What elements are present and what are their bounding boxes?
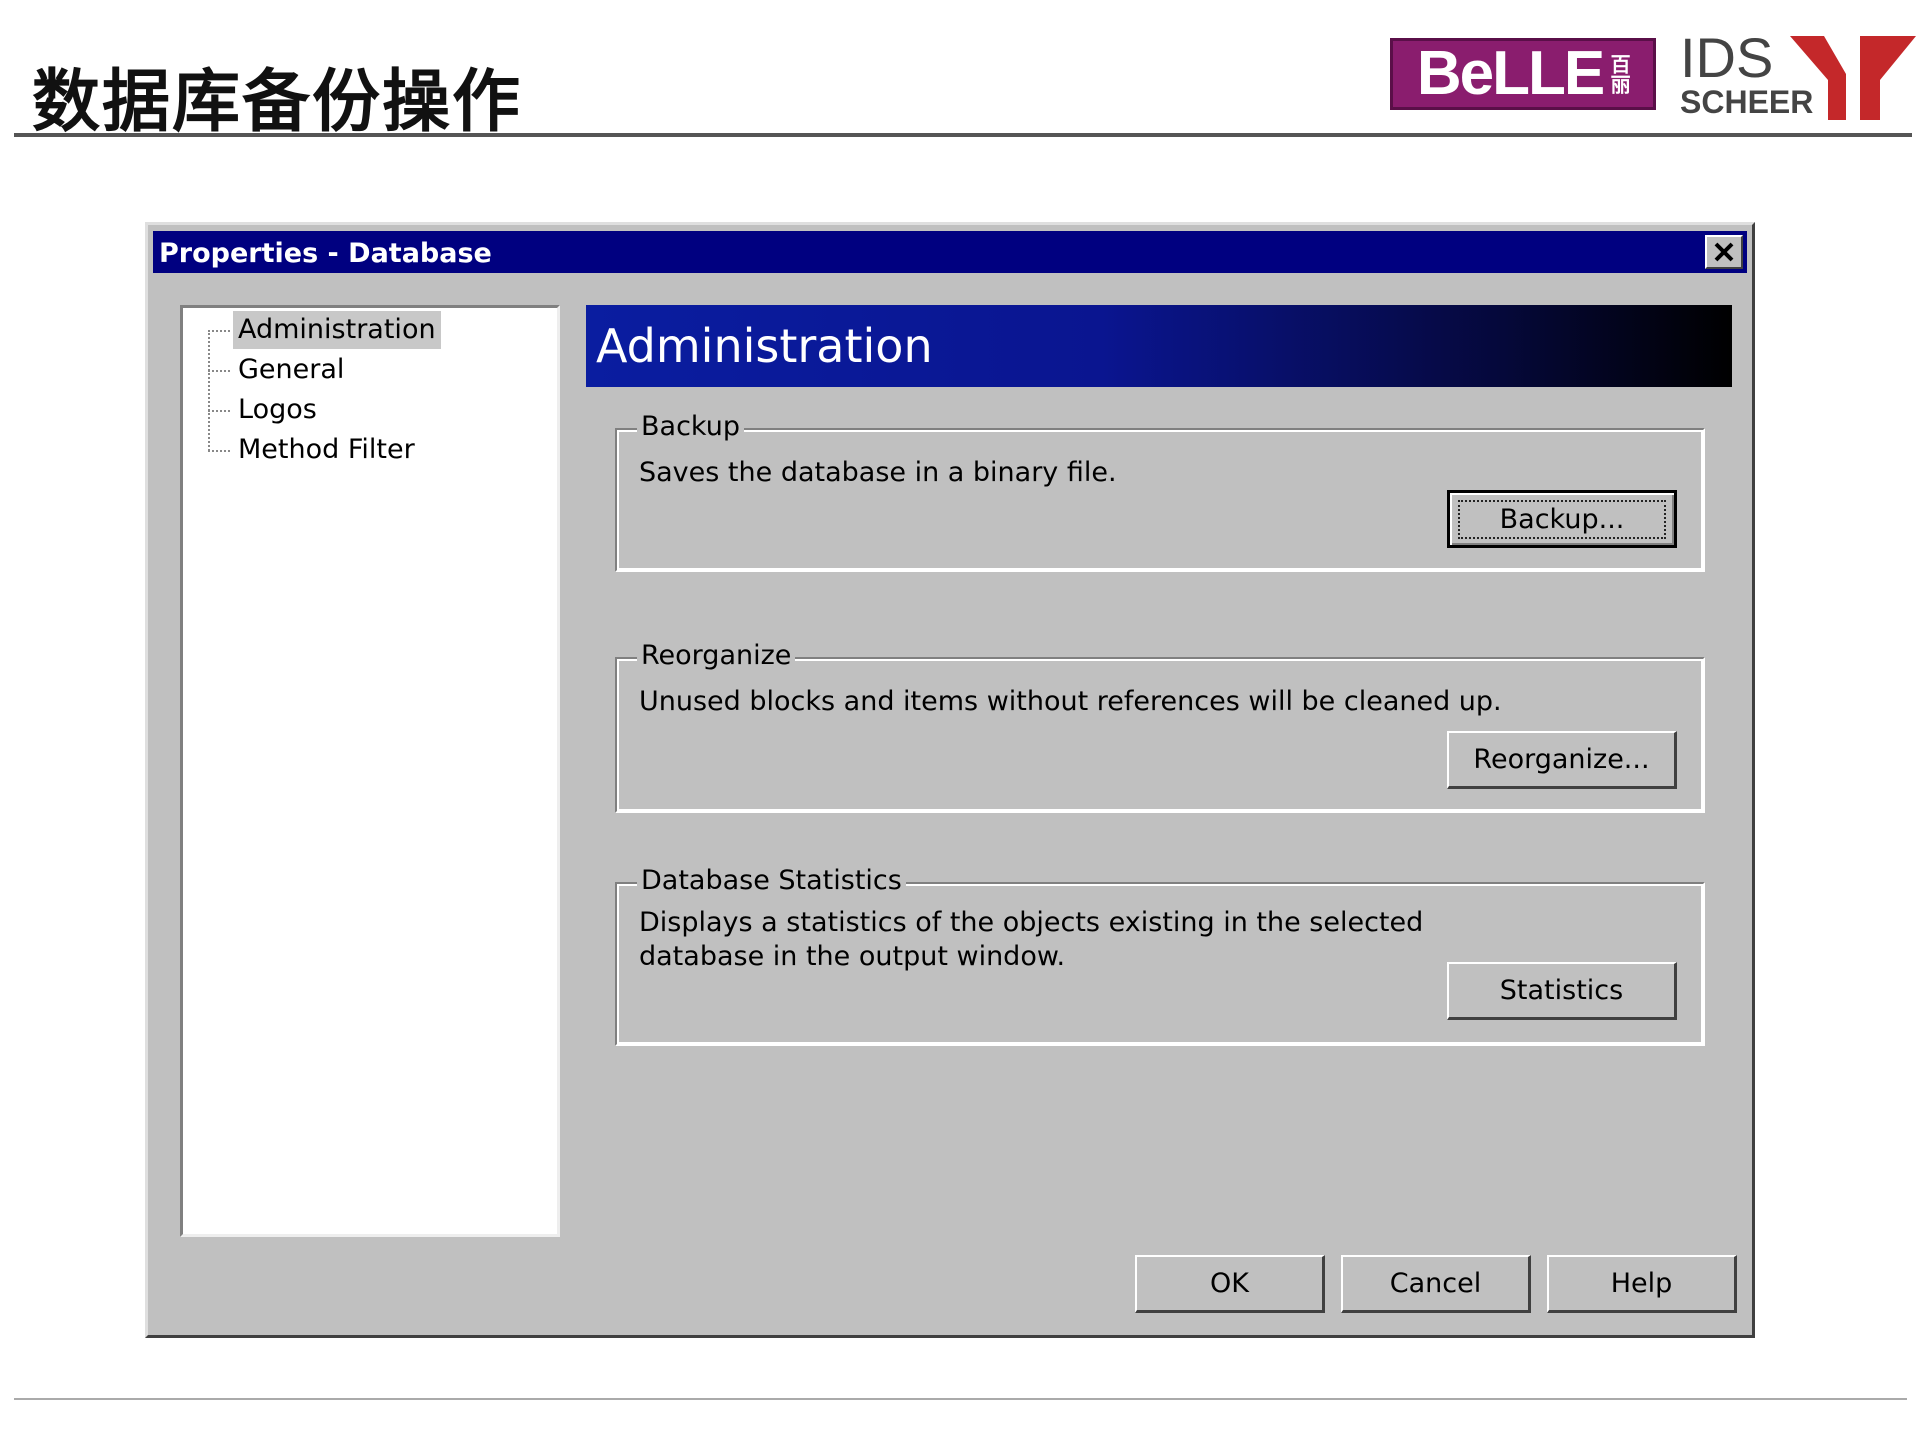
tree-item-administration[interactable]: Administration xyxy=(233,311,441,349)
ids-scheer-logo: IDS SCHEER xyxy=(1680,30,1916,120)
panel-header: Administration xyxy=(586,305,1732,387)
ids-y-mark-icon xyxy=(1790,36,1916,120)
navigation-tree[interactable]: Administration General Logos Method Filt… xyxy=(180,305,560,1237)
tree-item-general[interactable]: General xyxy=(233,351,349,389)
help-button[interactable]: Help xyxy=(1547,1255,1737,1313)
tree-connector-branch xyxy=(208,450,230,452)
tree-item-method-filter[interactable]: Method Filter xyxy=(233,431,420,469)
footer-divider xyxy=(14,1398,1907,1400)
backup-description: Saves the database in a binary file. xyxy=(639,457,1117,488)
reorganize-group-title: Reorganize xyxy=(637,639,796,673)
tree-connector-branch xyxy=(208,370,230,372)
panel-header-title: Administration xyxy=(596,319,933,373)
backup-button-label: Backup... xyxy=(1457,499,1667,539)
ids-logo-text: IDS xyxy=(1680,26,1774,89)
belle-logo: BeLLE 百丽 xyxy=(1390,38,1656,110)
ok-button[interactable]: OK xyxy=(1135,1255,1325,1313)
database-statistics-group: Database Statistics Displays a statistic… xyxy=(615,864,1705,1046)
dialog-title: Properties - Database xyxy=(159,238,492,269)
statistics-description: Displays a statistics of the objects exi… xyxy=(639,907,1424,972)
slide-title: 数据库备份操作 xyxy=(32,62,523,142)
backup-group-title: Backup xyxy=(637,410,744,444)
belle-logo-text: BeLLE xyxy=(1416,39,1605,108)
tree-connector-branch xyxy=(208,330,230,332)
statistics-group-title: Database Statistics xyxy=(637,864,906,898)
backup-button[interactable]: Backup... xyxy=(1447,490,1677,548)
dialog-titlebar[interactable]: Properties - Database xyxy=(153,231,1747,273)
tree-item-logos[interactable]: Logos xyxy=(233,391,322,429)
properties-dialog: Properties - Database Administration Gen… xyxy=(145,222,1755,1338)
reorganize-button[interactable]: Reorganize... xyxy=(1447,731,1677,789)
header-divider xyxy=(14,133,1912,137)
tree-connector-branch xyxy=(208,410,230,412)
reorganize-description: Unused blocks and items without referenc… xyxy=(639,686,1502,717)
reorganize-group: Reorganize Unused blocks and items witho… xyxy=(615,639,1705,813)
close-button[interactable] xyxy=(1705,235,1743,269)
statistics-button[interactable]: Statistics xyxy=(1447,962,1677,1020)
cancel-button[interactable]: Cancel xyxy=(1341,1255,1531,1313)
backup-group: Backup Saves the database in a binary fi… xyxy=(615,410,1705,572)
belle-logo-chinese: 百丽 xyxy=(1607,54,1632,94)
tree-connector-line xyxy=(208,330,210,451)
close-icon xyxy=(1714,242,1734,262)
